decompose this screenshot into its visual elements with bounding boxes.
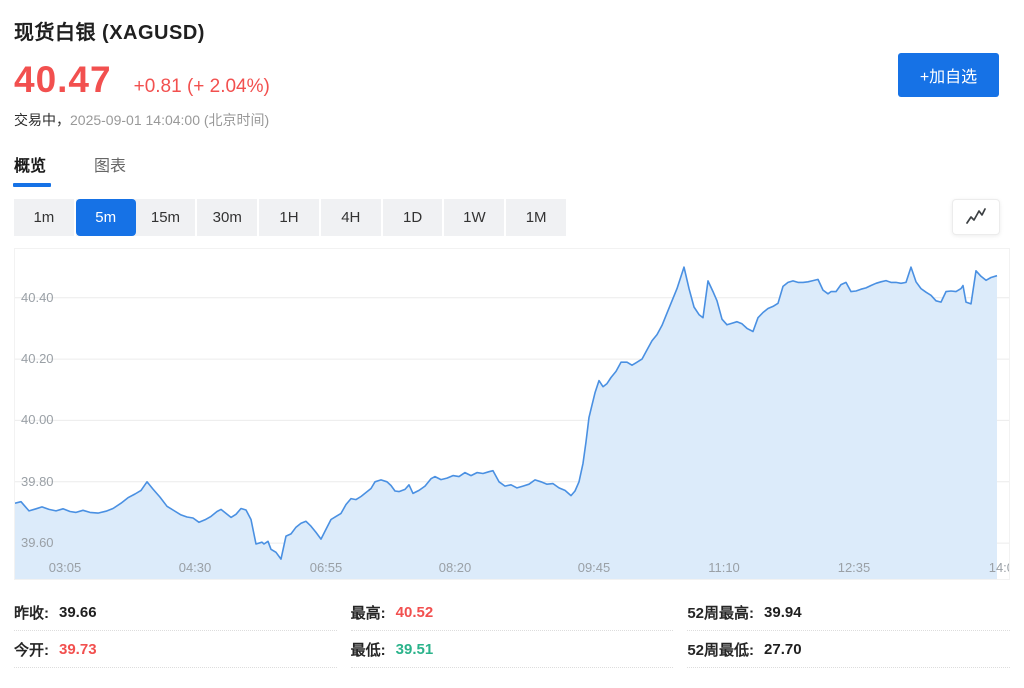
stat-open: 今开: 39.73 bbox=[14, 631, 337, 668]
timeframe-1m[interactable]: 1m bbox=[14, 199, 76, 236]
y-axis-label: 40.00 bbox=[21, 412, 54, 428]
stat-high: 最高: 40.52 bbox=[351, 594, 674, 631]
stat-value: 27.70 bbox=[764, 641, 802, 658]
timeframe-1d[interactable]: 1D bbox=[383, 199, 445, 236]
y-axis-label: 39.80 bbox=[21, 474, 54, 490]
instrument-title: 现货白银 (XAGUSD) bbox=[14, 16, 999, 45]
chart-toolbar: 1m 5m 15m 30m 1H 4H 1D 1W 1M bbox=[14, 199, 1010, 236]
timeframe-15m[interactable]: 15m bbox=[136, 199, 198, 236]
stat-label: 52周最低: bbox=[687, 639, 754, 660]
timeframe-bar: 1m 5m 15m 30m 1H 4H 1D 1W 1M bbox=[14, 199, 566, 236]
line-chart-icon bbox=[964, 208, 988, 226]
chart-canvas[interactable] bbox=[15, 249, 1009, 579]
stat-label: 52周最高: bbox=[687, 602, 754, 623]
x-axis-label: 11:10 bbox=[708, 560, 740, 575]
active-tab-underline bbox=[13, 183, 51, 187]
price-change: +0.81 (+ 2.04%) bbox=[134, 76, 270, 98]
quote-page: 现货白银 (XAGUSD) 40.47 +0.81 (+ 2.04%) 交易中，… bbox=[0, 0, 1024, 688]
stat-label: 今开: bbox=[14, 639, 49, 660]
trading-status-row: 交易中，2025-09-01 14:04:00 (北京时间) bbox=[14, 110, 999, 130]
timeframe-30m[interactable]: 30m bbox=[197, 199, 259, 236]
view-tabs: 概览 图表 bbox=[14, 152, 1024, 187]
x-axis-label: 12:35 bbox=[838, 560, 871, 575]
timeframe-1m-month[interactable]: 1M bbox=[506, 199, 566, 236]
stat-prev-close: 昨收: 39.66 bbox=[14, 594, 337, 631]
x-axis-label: 08:20 bbox=[439, 560, 472, 575]
add-watchlist-button[interactable]: +加自选 bbox=[898, 53, 999, 97]
stat-value: 39.73 bbox=[59, 641, 97, 658]
chart-type-button[interactable] bbox=[952, 199, 1000, 235]
tab-chart[interactable]: 图表 bbox=[94, 152, 126, 187]
price-row: 40.47 +0.81 (+ 2.04%) bbox=[14, 61, 999, 98]
x-axis-label: 09:45 bbox=[578, 560, 611, 575]
price-area-fill bbox=[15, 267, 997, 579]
timeframe-4h[interactable]: 4H bbox=[321, 199, 383, 236]
quote-timestamp: 2025-09-01 14:04:00 bbox=[70, 112, 200, 128]
stat-52w-low: 52周最低: 27.70 bbox=[687, 631, 1010, 668]
timeframe-5m[interactable]: 5m bbox=[76, 199, 136, 236]
stat-label: 最高: bbox=[351, 602, 386, 623]
x-axis-label: 04:30 bbox=[179, 560, 212, 575]
stat-low: 最低: 39.51 bbox=[351, 631, 674, 668]
stats-section: 昨收: 39.66 今开: 39.73 最高: 40.52 最低: 39.51 … bbox=[14, 594, 1010, 668]
x-axis-label: 14:00 bbox=[989, 560, 1010, 575]
stats-column-3: 52周最高: 39.94 52周最低: 27.70 bbox=[687, 594, 1010, 668]
stat-52w-high: 52周最高: 39.94 bbox=[687, 594, 1010, 631]
tab-overview-label: 概览 bbox=[14, 158, 46, 175]
stats-column-1: 昨收: 39.66 今开: 39.73 bbox=[14, 594, 337, 668]
price-chart[interactable]: 40.40 40.20 40.00 39.80 39.60 03:05 04:30 06:55… bbox=[14, 248, 1010, 580]
tab-chart-label: 图表 bbox=[94, 158, 126, 175]
x-axis-label: 06:55 bbox=[310, 560, 343, 575]
timeframe-1h[interactable]: 1H bbox=[259, 199, 321, 236]
tab-overview[interactable]: 概览 bbox=[14, 152, 46, 187]
timeframe-1w[interactable]: 1W bbox=[444, 199, 506, 236]
stat-value: 39.66 bbox=[59, 604, 97, 621]
y-axis-label: 40.20 bbox=[21, 351, 54, 367]
x-axis-label: 03:05 bbox=[49, 560, 82, 575]
stat-value: 39.51 bbox=[396, 641, 434, 658]
timezone-label: (北京时间) bbox=[204, 112, 269, 128]
last-price: 40.47 bbox=[14, 61, 112, 98]
y-axis-label: 40.40 bbox=[21, 290, 54, 306]
trading-status: 交易中， bbox=[14, 112, 70, 128]
quote-header: 现货白银 (XAGUSD) 40.47 +0.81 (+ 2.04%) 交易中，… bbox=[0, 0, 1024, 130]
stats-column-2: 最高: 40.52 最低: 39.51 bbox=[351, 594, 674, 668]
stat-label: 最低: bbox=[351, 639, 386, 660]
stat-value: 40.52 bbox=[396, 604, 434, 621]
y-axis-label: 39.60 bbox=[21, 535, 54, 551]
stat-label: 昨收: bbox=[14, 602, 49, 623]
stat-value: 39.94 bbox=[764, 604, 802, 621]
